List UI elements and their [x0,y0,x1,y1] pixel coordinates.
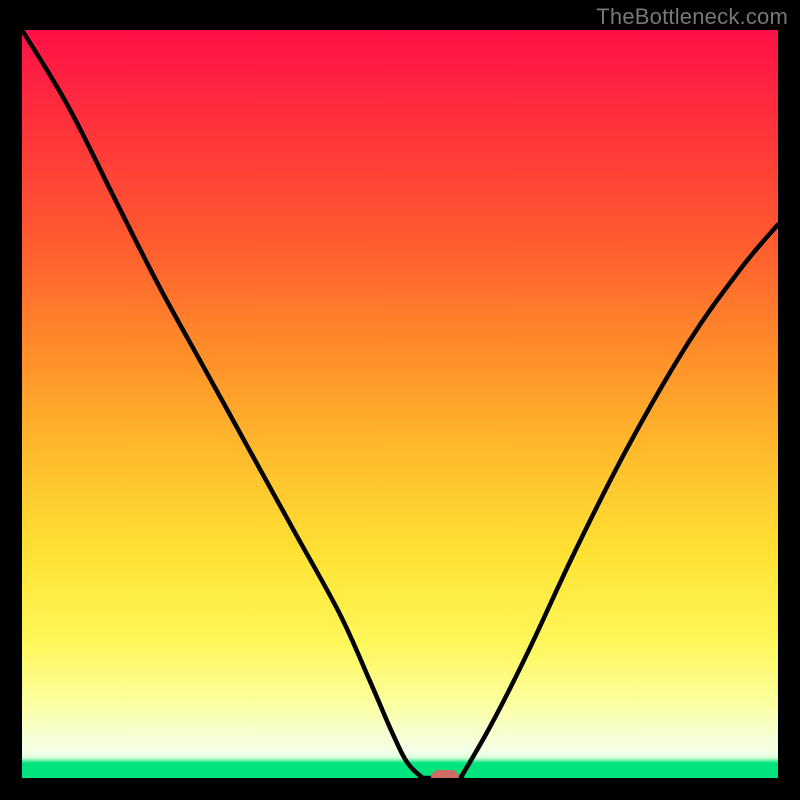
optimal-point-marker [431,770,459,778]
chart-frame: TheBottleneck.com [0,0,800,800]
bottleneck-curve [22,30,778,778]
watermark-text: TheBottleneck.com [596,4,788,30]
plot-area [22,30,778,778]
